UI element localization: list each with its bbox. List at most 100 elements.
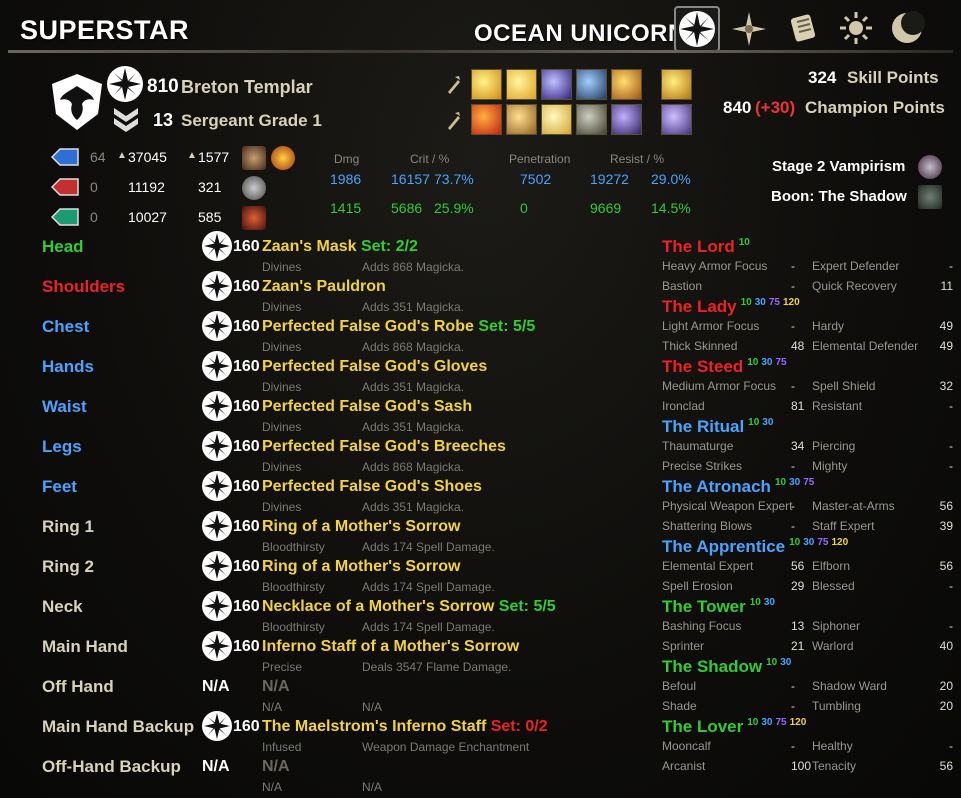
skill-slot-icon[interactable]	[506, 104, 537, 135]
gear-item-name[interactable]: Zaan's Mask Set: 2/2	[262, 238, 418, 256]
constellation-tier: 120	[783, 297, 800, 309]
character-sheet: SUPERSTAR OCEAN UNICORN 810 Breton Templ…	[0, 0, 961, 798]
star-value: -	[791, 679, 795, 693]
sun-icon[interactable]	[838, 10, 874, 46]
star-value: 39	[939, 519, 953, 533]
star-name: Spell Shield	[812, 379, 876, 393]
account-name: OCEAN UNICORN	[474, 20, 686, 47]
champion-rank-icon	[202, 551, 232, 581]
item-name-text: Zaan's Mask	[262, 238, 357, 255]
stat-value: 7502	[520, 171, 552, 187]
champion-points-bonus: (+30)	[755, 98, 796, 117]
gear-item-name[interactable]: Perfected False God's Breeches	[262, 438, 506, 456]
header-divider	[8, 50, 953, 53]
star-name: Heavy Armor Focus	[662, 259, 768, 273]
constellation-name: The Steed	[662, 357, 744, 376]
star-value: 29	[791, 579, 805, 593]
star-value: 40	[939, 639, 953, 653]
level-champion-icon	[107, 66, 143, 102]
item-name-text: Zaan's Pauldron	[262, 278, 386, 295]
star-name: Bastion	[662, 279, 703, 293]
star-name: Staff Expert	[812, 519, 875, 533]
gear-item-name[interactable]: Ring of a Mother's Sorrow	[262, 518, 460, 536]
constellation-title: The Steed 10 30 75	[662, 357, 787, 377]
skill-slot-icon[interactable]	[541, 69, 572, 100]
gear-item-name[interactable]: Perfected False God's Gloves	[262, 358, 487, 376]
star-name: Hardy	[812, 319, 845, 333]
item-name-text: Perfected False God's Gloves	[262, 358, 488, 375]
star-name: Piercing	[812, 439, 856, 453]
constellation-title: The Shadow 10 30	[662, 657, 791, 677]
constellation-tier: 10	[766, 657, 778, 669]
resource-base: 64	[90, 149, 106, 165]
star-value: -	[791, 739, 795, 753]
resource-max: 10027	[128, 209, 167, 225]
gear-item-name[interactable]: N/A	[262, 678, 290, 696]
star-name: Medium Armor Focus	[662, 379, 777, 393]
skill-slot-icon[interactable]	[471, 69, 502, 100]
champion-icon[interactable]	[674, 6, 720, 52]
gear-item-name[interactable]: N/A	[262, 758, 290, 776]
gear-item-name[interactable]: Zaan's Pauldron	[262, 278, 386, 296]
champion-rank-icon	[202, 271, 232, 301]
resource-arrow-icon	[50, 177, 80, 197]
gear-item-name[interactable]: Ring of a Mother's Sorrow	[262, 558, 460, 576]
gear-item-name[interactable]: Inferno Staff of a Mother's Sorrow	[262, 638, 519, 656]
item-name-text: Ring of a Mother's Sorrow	[262, 558, 461, 575]
gear-item-name[interactable]: The Maelstrom's Inferno Staff Set: 0/2	[262, 718, 548, 736]
star-name: Elemental Expert	[662, 559, 754, 573]
gear-cp-level: 160	[233, 318, 260, 335]
skill-slot-icon[interactable]	[611, 69, 642, 100]
champion-rank-icon	[202, 231, 232, 261]
constellation-tier: 75	[803, 477, 815, 489]
mundus-icon	[242, 146, 266, 170]
star-value: -	[791, 259, 795, 273]
star-name: Shattering Blows	[662, 519, 753, 533]
star-value: 56	[791, 559, 805, 573]
constellation-tier: 30	[761, 717, 773, 729]
skill-slot-icon[interactable]	[661, 69, 692, 100]
stat-header-dmg: Dmg	[334, 152, 360, 166]
skill-slot-icon[interactable]	[576, 104, 607, 135]
gear-item-name[interactable]: Necklace of a Mother's Sorrow Set: 5/5	[262, 598, 556, 616]
skill-slot-icon[interactable]	[576, 69, 607, 100]
gear-slot-label: Feet	[42, 477, 77, 496]
scroll-icon[interactable]	[785, 10, 821, 46]
gear-item-name[interactable]: Perfected False God's Shoes	[262, 478, 482, 496]
gear-item-name[interactable]: Perfected False God's Sash	[262, 398, 472, 416]
moon-icon[interactable]	[888, 9, 926, 47]
constellation-tier: 10	[738, 237, 750, 249]
constellation-tier: 30	[761, 357, 773, 369]
gear-cp-level: 160	[233, 238, 260, 255]
skill-slot-icon[interactable]	[611, 104, 642, 135]
star-value: 13	[791, 619, 805, 633]
star-name: Befoul	[662, 679, 697, 693]
skill-slot-icon[interactable]	[541, 104, 572, 135]
gear-enchant: Weapon Damage Enchantment	[362, 740, 530, 754]
champion-rank-icon	[202, 591, 232, 621]
champion-rank-icon	[202, 471, 232, 501]
skill-slot-icon[interactable]	[661, 104, 692, 135]
stat-value: 14.5%	[651, 200, 691, 216]
star-value: 34	[791, 439, 805, 453]
gear-slot-label: Head	[42, 237, 84, 256]
star-name: Thick Skinned	[662, 339, 738, 353]
gear-slot-label: Chest	[42, 317, 90, 336]
gear-item-name[interactable]: Perfected False God's Robe Set: 5/5	[262, 318, 535, 336]
food-icon	[242, 176, 266, 200]
star-name: Elemental Defender	[812, 339, 919, 353]
constellation-tier: 10	[747, 357, 759, 369]
skill-slot-icon[interactable]	[471, 104, 502, 135]
gear-trait: Divines	[262, 420, 302, 434]
gear-trait: Divines	[262, 340, 302, 354]
constellation-tier: 30	[754, 297, 766, 309]
compass-icon[interactable]	[730, 10, 768, 48]
skill-slot-icon[interactable]	[506, 69, 537, 100]
gear-slot-label: Off Hand	[42, 677, 114, 696]
star-value: 100	[791, 759, 812, 773]
gear-slot-label: Neck	[42, 597, 83, 616]
gear-cp-level: 160	[233, 598, 260, 615]
item-name-text: Perfected False God's Breeches	[262, 438, 506, 455]
star-value: -	[791, 699, 795, 713]
constellation-name: The Shadow	[662, 657, 763, 676]
